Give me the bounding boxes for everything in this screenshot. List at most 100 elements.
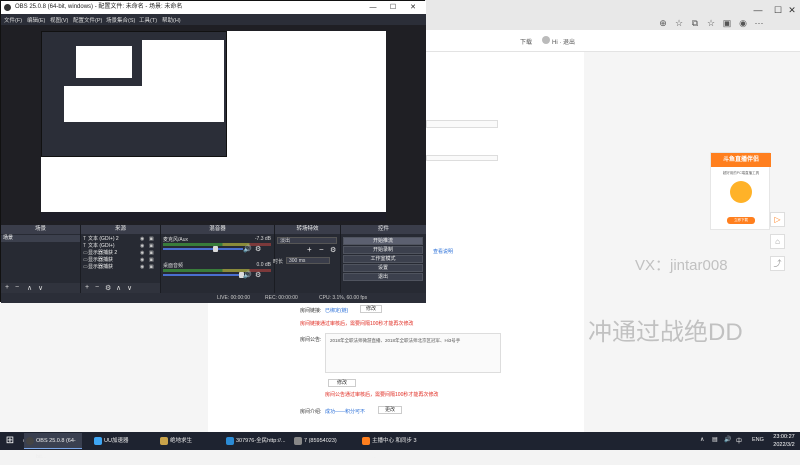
settings-button[interactable]: 设置 (343, 264, 423, 272)
source-label: 显示器捕获 (88, 264, 114, 270)
source-item[interactable]: ▭显示器捕获 ◉ ▣ (83, 264, 159, 271)
lock-icon[interactable]: ▣ (149, 236, 154, 243)
room-intro-link[interactable]: 成功——积分可不 (325, 408, 365, 415)
language-indicator[interactable]: ENG (752, 437, 764, 443)
lock-icon[interactable]: ▣ (149, 250, 154, 257)
remove-source-icon[interactable]: − (95, 284, 99, 291)
lock-icon[interactable]: ▣ (149, 264, 154, 271)
obs-close-icon[interactable]: ✕ (403, 1, 423, 14)
taskbar-app-obs[interactable]: OBS 25.0.8 (64-bit... (24, 433, 82, 460)
start-streaming-button[interactable]: 开始推流 (343, 237, 423, 245)
taskbar-app-anchor[interactable]: 主播中心 和同步 3 ... (360, 433, 420, 460)
remove-scene-icon[interactable]: − (15, 284, 19, 291)
extension-icon[interactable]: ⧉ (689, 18, 701, 28)
menu-scene-collection[interactable]: 场景集合(S) (106, 16, 135, 24)
exit-button[interactable]: 退出 (343, 273, 423, 281)
lock-icon[interactable]: ▣ (149, 243, 154, 250)
user-menu[interactable]: Hi · 退出 (552, 37, 575, 46)
volume-slider-thumb[interactable] (213, 246, 218, 252)
share-icon[interactable]: ⤴ (770, 256, 785, 271)
transition-select[interactable]: 淡出 (277, 237, 337, 244)
room-notice-text[interactable]: 2018年全职法师微游直播、2018年全职法师北京区冠军、Hi3号手 (325, 333, 501, 373)
menu-edit[interactable]: 编辑(E) (27, 16, 45, 24)
menu-tools[interactable]: 工具(T) (139, 16, 157, 24)
room-notice-edit-button[interactable]: 修改 (328, 379, 356, 387)
studio-mode-button[interactable]: 工作室模式 (343, 255, 423, 263)
taskbar-app-label: OBS 25.0.8 (64-bit... (36, 438, 76, 460)
move-up-icon[interactable]: ∧ (116, 284, 121, 292)
mixer-channel: 麦克风/Aux -7.3 dB 🔊 ⚙ (163, 236, 273, 256)
close-icon[interactable]: ✕ (785, 4, 799, 16)
profile-icon[interactable]: ◉ (737, 18, 749, 28)
speaker-icon[interactable]: 🔊 (243, 245, 252, 253)
promo-title: 斗鱼直播伴侣 (711, 153, 771, 167)
eye-icon[interactable]: ◉ (140, 243, 144, 250)
star-icon[interactable]: ☆ (673, 18, 685, 28)
add-transition-icon[interactable]: + (307, 245, 312, 254)
gear-icon[interactable]: ⚙ (105, 284, 111, 292)
volume-icon[interactable]: 🔊 (724, 436, 731, 443)
move-up-icon[interactable]: ∧ (27, 284, 32, 292)
download-link[interactable]: 下载 (520, 37, 532, 46)
maximize-icon[interactable]: ☐ (771, 4, 785, 16)
speaker-icon[interactable]: 🔊 (243, 271, 252, 279)
scene-item[interactable]: 场景 (1, 235, 80, 242)
obs-maximize-icon[interactable]: ☐ (383, 1, 403, 14)
eye-icon[interactable]: ◉ (140, 250, 144, 257)
explain-link[interactable]: 查看说明 (433, 248, 453, 255)
lock-icon[interactable]: ▣ (149, 257, 154, 264)
promo-card[interactable]: 斗鱼直播伴侣 超好用的PC端直播工具 立即下载 (710, 152, 771, 230)
move-down-icon[interactable]: ∨ (38, 284, 43, 292)
volume-slider[interactable] (163, 248, 243, 250)
menu-view[interactable]: 视图(V) (50, 16, 68, 24)
collections-icon[interactable]: ▣ (721, 18, 733, 28)
taskbar-app-pubg[interactable]: 绝地求生 (158, 433, 208, 449)
favorites-icon[interactable]: ☆ (705, 18, 717, 28)
input-method-icon[interactable]: 中 (736, 436, 742, 445)
obs-minimize-icon[interactable]: — (363, 1, 383, 14)
add-source-icon[interactable]: + (85, 284, 89, 291)
source-item[interactable]: ▭显示器捕获 2 ◉ ▣ (83, 250, 159, 257)
sources-dock-title: 来源 (81, 225, 160, 234)
tray-expand-icon[interactable]: ∧ (700, 436, 704, 443)
windows-start-icon[interactable]: ⊞ (4, 435, 16, 447)
promo-download-button[interactable]: 立即下载 (727, 217, 755, 224)
home-icon[interactable]: ⌂ (770, 234, 785, 249)
translate-icon[interactable]: ⊕ (657, 18, 669, 28)
input-box-1[interactable] (426, 120, 498, 128)
move-down-icon[interactable]: ∨ (127, 284, 132, 292)
taskbar-app-qq[interactable]: 7 (85954023) (292, 433, 350, 449)
minimize-icon[interactable]: — (751, 4, 765, 16)
source-item[interactable]: T 文本 (GDI+) ◉ ▣ (83, 243, 159, 250)
add-scene-icon[interactable]: + (5, 284, 9, 291)
menu-file[interactable]: 文件(F) (4, 16, 22, 24)
menu-profile[interactable]: 配置文件(P) (73, 16, 102, 24)
eye-icon[interactable]: ◉ (140, 264, 144, 271)
play-icon[interactable]: ▷ (770, 212, 785, 227)
obs-title: OBS 25.0.8 (64-bit, windows) - 配置文件: 未命名… (15, 4, 183, 10)
eye-icon[interactable]: ◉ (140, 236, 144, 243)
eye-icon[interactable]: ◉ (140, 257, 144, 264)
room-link-edit-button[interactable]: 修改 (360, 305, 382, 313)
duration-input[interactable]: 300 ms (286, 257, 330, 264)
source-item[interactable]: ▭显示器捕获 ◉ ▣ (83, 257, 159, 264)
network-icon[interactable]: ▤ (712, 436, 718, 443)
obs-preview[interactable] (1, 25, 426, 225)
input-box-2[interactable] (426, 155, 498, 161)
more-icon[interactable]: ⋯ (753, 18, 765, 28)
taskbar-app-browser[interactable]: 307976-全民http://... (224, 433, 286, 449)
remove-transition-icon[interactable]: − (319, 245, 324, 254)
gear-icon[interactable]: ⚙ (255, 271, 261, 279)
gear-icon[interactable]: ⚙ (330, 246, 336, 254)
taskbar-app-uu[interactable]: UU加速器 (92, 433, 142, 449)
start-recording-button[interactable]: 开始录制 (343, 246, 423, 254)
volume-slider[interactable] (163, 274, 243, 276)
gear-icon[interactable]: ⚙ (255, 245, 261, 253)
room-link-value[interactable]: 已绑定(链) (325, 307, 348, 314)
menu-help[interactable]: 帮助(H) (162, 16, 181, 24)
clock[interactable]: 23:00:27 2022/3/2 (770, 433, 798, 449)
avatar[interactable] (542, 36, 550, 44)
room-intro-edit-button[interactable]: 更改 (378, 406, 402, 414)
source-item[interactable]: T 文本 (GDI+) 2 ◉ ▣ (83, 236, 159, 243)
room-notice-error: 房间公告通过审核后，需要间隔100秒才能再次修改 (325, 392, 439, 398)
